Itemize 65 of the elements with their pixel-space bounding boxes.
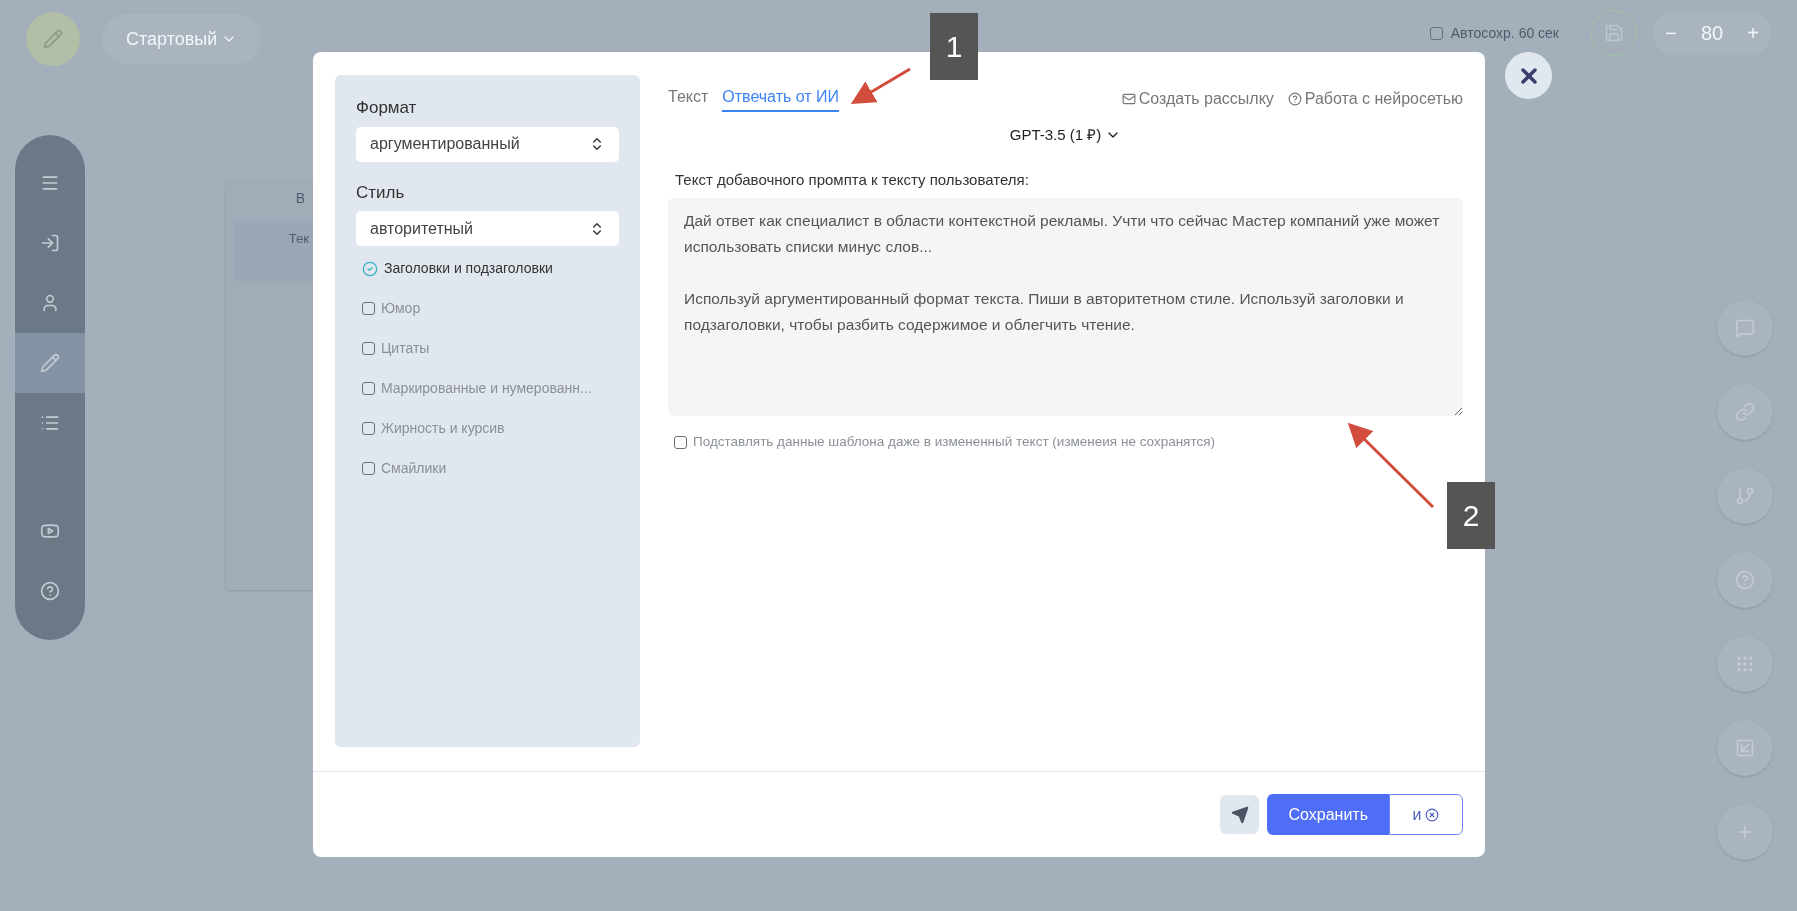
grip-icon xyxy=(1735,654,1755,674)
pencil-icon xyxy=(40,353,60,373)
user-icon xyxy=(40,293,60,313)
menu-icon xyxy=(40,173,60,193)
toolbar-item[interactable] xyxy=(15,333,85,393)
field-label: Стиль xyxy=(356,181,406,204)
checkbox[interactable] xyxy=(362,462,375,475)
tab[interactable]: Текст xyxy=(668,85,709,112)
send-icon xyxy=(1231,805,1249,824)
tab[interactable]: Отвечать от ИИ xyxy=(722,85,840,112)
option-label: Маркированные и нумерованн... xyxy=(381,379,592,398)
checkbox[interactable] xyxy=(362,422,375,435)
prompt-textarea[interactable]: Дай ответ как специалист в области контекстной рекламы. Учти что сейчас Мастер компаний уже может использовать списки минус слов... Используй аргументированный формат текста. Пиши в авторитетном стиле. Используй заголовки и подзаголовки, чтобы разбить содержимое и облегчить чтение. xyxy=(668,198,1463,416)
import-icon xyxy=(1735,738,1755,758)
zoom-value: 80 xyxy=(1700,21,1724,46)
video-icon xyxy=(40,521,60,541)
save-button[interactable]: Сохранить xyxy=(1267,794,1389,835)
autosave-label: Автосохр. 60 сек xyxy=(1450,23,1559,43)
save-icon xyxy=(1604,23,1624,43)
mail-icon xyxy=(1121,91,1136,106)
checkbox[interactable] xyxy=(362,302,375,315)
checkbox[interactable] xyxy=(674,435,687,449)
grip-button[interactable] xyxy=(1717,636,1773,692)
create-mailing-link[interactable]: Создать рассылку xyxy=(1121,86,1274,111)
info-icon xyxy=(1287,91,1302,106)
prompt-label: Текст добавочного промпта к тексту пользователя: xyxy=(675,169,1030,190)
checkbox[interactable] xyxy=(362,342,375,355)
field-label: Формат xyxy=(356,97,418,119)
help-icon xyxy=(1735,570,1755,590)
import-button[interactable] xyxy=(1717,720,1773,776)
edit-icon xyxy=(43,29,63,49)
select-field[interactable]: авторитетный xyxy=(356,211,619,246)
option-label: Смайлики xyxy=(381,459,447,478)
option-label: Цитаты xyxy=(381,339,430,358)
checkbox[interactable] xyxy=(362,260,378,277)
send-button[interactable] xyxy=(1220,795,1260,834)
link-icon xyxy=(1735,402,1755,422)
help-icon xyxy=(40,581,60,601)
help-button[interactable] xyxy=(1717,552,1773,608)
node-row: Тек xyxy=(233,221,313,281)
close-button[interactable] xyxy=(1505,52,1552,99)
annotation-arrow xyxy=(850,67,911,105)
branch-button[interactable] xyxy=(1717,468,1773,524)
select-field[interactable]: аргументированный xyxy=(356,126,619,162)
option-label: Заголовки и подзаголовки xyxy=(384,259,553,278)
checkbox[interactable] xyxy=(362,382,375,395)
edit-button[interactable] xyxy=(26,12,80,66)
close-circle-icon xyxy=(1425,807,1440,822)
link-button[interactable] xyxy=(1717,384,1773,440)
model-dropdown[interactable]: GPT-3.5 (1 ₽) xyxy=(1009,124,1122,147)
option-label: Юмор xyxy=(381,299,421,318)
branch-icon xyxy=(1735,486,1755,506)
callout-marker: 2 xyxy=(1447,482,1495,549)
callout-marker: 1 xyxy=(930,13,978,80)
save-and-close-button[interactable]: и xyxy=(1389,794,1463,835)
neural-network-link[interactable]: Работа с нейросетью xyxy=(1287,86,1463,111)
checkbox[interactable] xyxy=(1429,26,1443,40)
node-title: В xyxy=(295,189,306,208)
substitute-label: Подставлять данные шаблона даже в измененный текст (изменеия не сохранятся) xyxy=(693,433,1215,451)
login-icon xyxy=(40,233,60,253)
add-button[interactable] xyxy=(1717,804,1773,860)
list-icon xyxy=(40,413,60,433)
chat-icon xyxy=(1735,318,1755,338)
chat-button[interactable] xyxy=(1717,300,1773,356)
option-label: Жирность и курсив xyxy=(381,419,505,438)
